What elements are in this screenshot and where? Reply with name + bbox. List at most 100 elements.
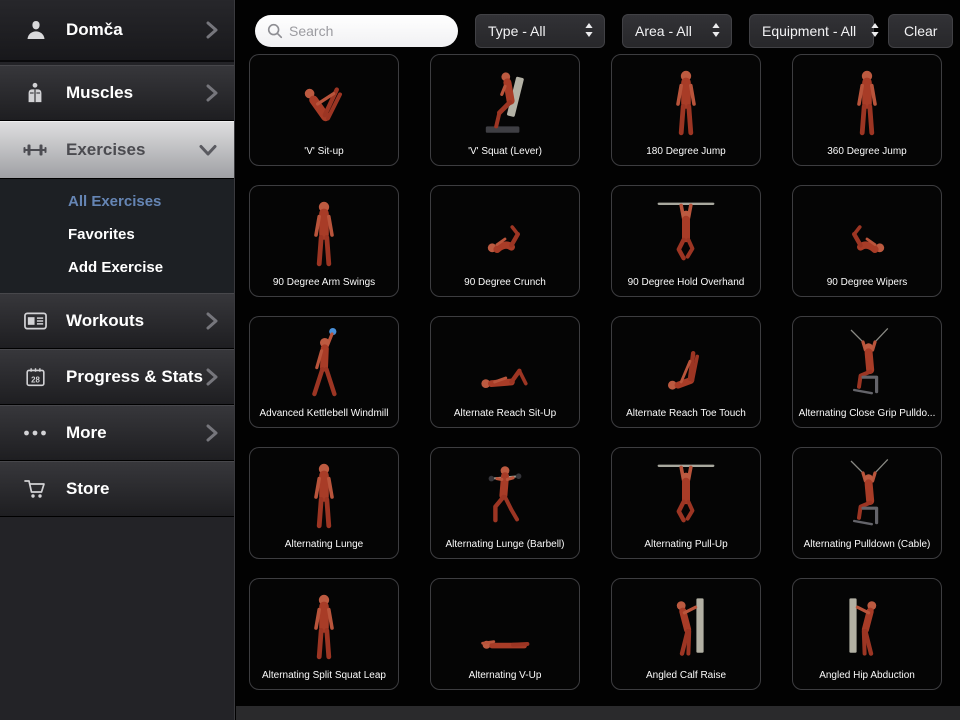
exercise-name: Alternating V-Up — [468, 670, 542, 681]
sidebar-item-more[interactable]: More — [0, 405, 234, 461]
exercise-name: Alternating Pull-Up — [644, 539, 728, 550]
dropdown-label: Area - All — [635, 23, 692, 39]
exercise-figure — [250, 186, 398, 277]
calendar-icon: 28 — [22, 366, 48, 388]
exercise-name: Alternating Lunge — [284, 539, 364, 550]
exercises-submenu: All Exercises Favorites Add Exercise — [0, 179, 234, 293]
exercise-name: 'V' Sit-up — [304, 146, 344, 157]
sidebar-item-progress-stats[interactable]: 28 Progress & Stats — [0, 349, 234, 405]
exercise-name: Alternate Reach Toe Touch — [626, 408, 746, 419]
search-input[interactable] — [255, 15, 458, 47]
sort-arrows-icon — [584, 22, 594, 41]
exercise-figure — [612, 55, 760, 146]
exercise-card[interactable]: Alternate Reach Toe Touch — [611, 316, 761, 428]
filter-bar: Type - All Area - All Equipment - All Cl… — [236, 0, 960, 48]
chevron-right-icon — [206, 311, 218, 331]
sidebar-filler — [0, 517, 234, 717]
submenu-add-exercise[interactable]: Add Exercise — [0, 251, 234, 284]
exercise-card[interactable]: 90 Degree Wipers — [792, 185, 942, 297]
submenu-all-exercises[interactable]: All Exercises — [0, 185, 234, 218]
sidebar-item-label: Store — [66, 479, 110, 498]
exercise-card[interactable]: Alternating Pull-Up — [611, 447, 761, 559]
sidebar-item-label: Progress & Stats — [66, 367, 203, 386]
exercise-figure — [431, 579, 579, 670]
exercise-figure — [793, 55, 941, 146]
sidebar-item-exercises[interactable]: Exercises — [0, 121, 234, 179]
exercise-figure — [250, 448, 398, 539]
exercise-card[interactable]: Alternating Lunge — [249, 447, 399, 559]
exercise-figure — [250, 317, 398, 408]
sort-arrows-icon — [711, 22, 721, 41]
sidebar-item-muscles[interactable]: Muscles — [0, 65, 234, 121]
chevron-down-icon — [198, 144, 218, 157]
profile-name: Domča — [66, 20, 123, 39]
exercise-name: 90 Degree Hold Overhand — [627, 277, 745, 288]
exercise-figure — [793, 186, 941, 277]
exercise-figure — [250, 579, 398, 670]
exercise-card[interactable]: Advanced Kettlebell Windmill — [249, 316, 399, 428]
calendar-day-number: 28 — [31, 375, 40, 384]
exercise-card[interactable]: Alternating Lunge (Barbell) — [430, 447, 580, 559]
exercise-card[interactable]: Alternating Split Squat Leap — [249, 578, 399, 690]
exercise-name: 360 Degree Jump — [827, 146, 907, 157]
bottom-strip — [236, 706, 960, 720]
exercise-name: Alternate Reach Sit-Up — [453, 408, 557, 419]
submenu-favorites[interactable]: Favorites — [0, 218, 234, 251]
exercise-figure — [431, 448, 579, 539]
exercise-grid: 'V' Sit-up 'V' Squat (Lever) 180 Degree … — [236, 48, 960, 690]
chevron-right-icon — [206, 367, 218, 387]
exercise-figure — [431, 317, 579, 408]
area-filter-dropdown[interactable]: Area - All — [622, 14, 732, 48]
search-field-wrap — [255, 15, 458, 47]
sidebar-item-store[interactable]: Store — [0, 461, 234, 517]
exercise-name: Alternating Close Grip Pulldo... — [798, 408, 936, 419]
exercise-name: Angled Hip Abduction — [819, 670, 915, 681]
exercise-card[interactable]: 'V' Squat (Lever) — [430, 54, 580, 166]
sidebar-profile[interactable]: Domča — [0, 0, 234, 62]
exercise-name: Angled Calf Raise — [645, 670, 727, 681]
exercise-card[interactable]: Alternating V-Up — [430, 578, 580, 690]
sidebar-item-label: Exercises — [66, 140, 146, 159]
sidebar-item-label: More — [66, 423, 107, 442]
exercise-card[interactable]: 360 Degree Jump — [792, 54, 942, 166]
exercise-figure — [793, 317, 941, 408]
exercise-figure — [793, 579, 941, 670]
exercise-card[interactable]: Alternate Reach Sit-Up — [430, 316, 580, 428]
exercise-figure — [793, 448, 941, 539]
exercise-name: Advanced Kettlebell Windmill — [259, 408, 389, 419]
exercise-card[interactable]: 90 Degree Arm Swings — [249, 185, 399, 297]
sidebar-item-label: Muscles — [66, 83, 134, 102]
exercise-card[interactable]: 90 Degree Crunch — [430, 185, 580, 297]
exercise-figure — [431, 55, 579, 146]
app-window: Domča Muscles Exercises All Exercises Fa… — [0, 0, 960, 720]
exercise-figure — [431, 186, 579, 277]
exercise-card[interactable]: Angled Hip Abduction — [792, 578, 942, 690]
dropdown-label: Equipment - All — [762, 23, 857, 39]
sidebar-item-label: Workouts — [66, 311, 145, 330]
exercise-card[interactable]: Angled Calf Raise — [611, 578, 761, 690]
exercise-name: 90 Degree Wipers — [826, 277, 908, 288]
cart-icon — [22, 478, 48, 500]
exercise-name: Alternating Split Squat Leap — [262, 670, 386, 681]
exercise-card[interactable]: Alternating Pulldown (Cable) — [792, 447, 942, 559]
chevron-right-icon — [206, 423, 218, 443]
clear-filters-button[interactable]: Clear — [888, 14, 954, 48]
type-filter-dropdown[interactable]: Type - All — [475, 14, 605, 48]
exercise-card[interactable]: 180 Degree Jump — [611, 54, 761, 166]
exercise-card[interactable]: Alternating Close Grip Pulldo... — [792, 316, 942, 428]
exercise-figure — [612, 317, 760, 408]
exercise-name: 90 Degree Crunch — [464, 277, 546, 288]
exercise-name: Alternating Pulldown (Cable) — [803, 539, 931, 550]
exercise-name: Alternating Lunge (Barbell) — [445, 539, 565, 550]
sidebar-item-workouts[interactable]: Workouts — [0, 293, 234, 349]
more-dots-icon — [22, 430, 48, 436]
workouts-icon — [22, 312, 48, 330]
user-icon — [24, 18, 48, 42]
chevron-right-icon — [206, 83, 218, 103]
exercise-name: 90 Degree Arm Swings — [272, 277, 376, 288]
exercise-card[interactable]: 'V' Sit-up — [249, 54, 399, 166]
equipment-filter-dropdown[interactable]: Equipment - All — [749, 14, 879, 48]
main-content: Type - All Area - All Equipment - All Cl… — [236, 0, 960, 720]
exercise-card[interactable]: 90 Degree Hold Overhand — [611, 185, 761, 297]
sort-arrows-icon — [870, 22, 880, 41]
